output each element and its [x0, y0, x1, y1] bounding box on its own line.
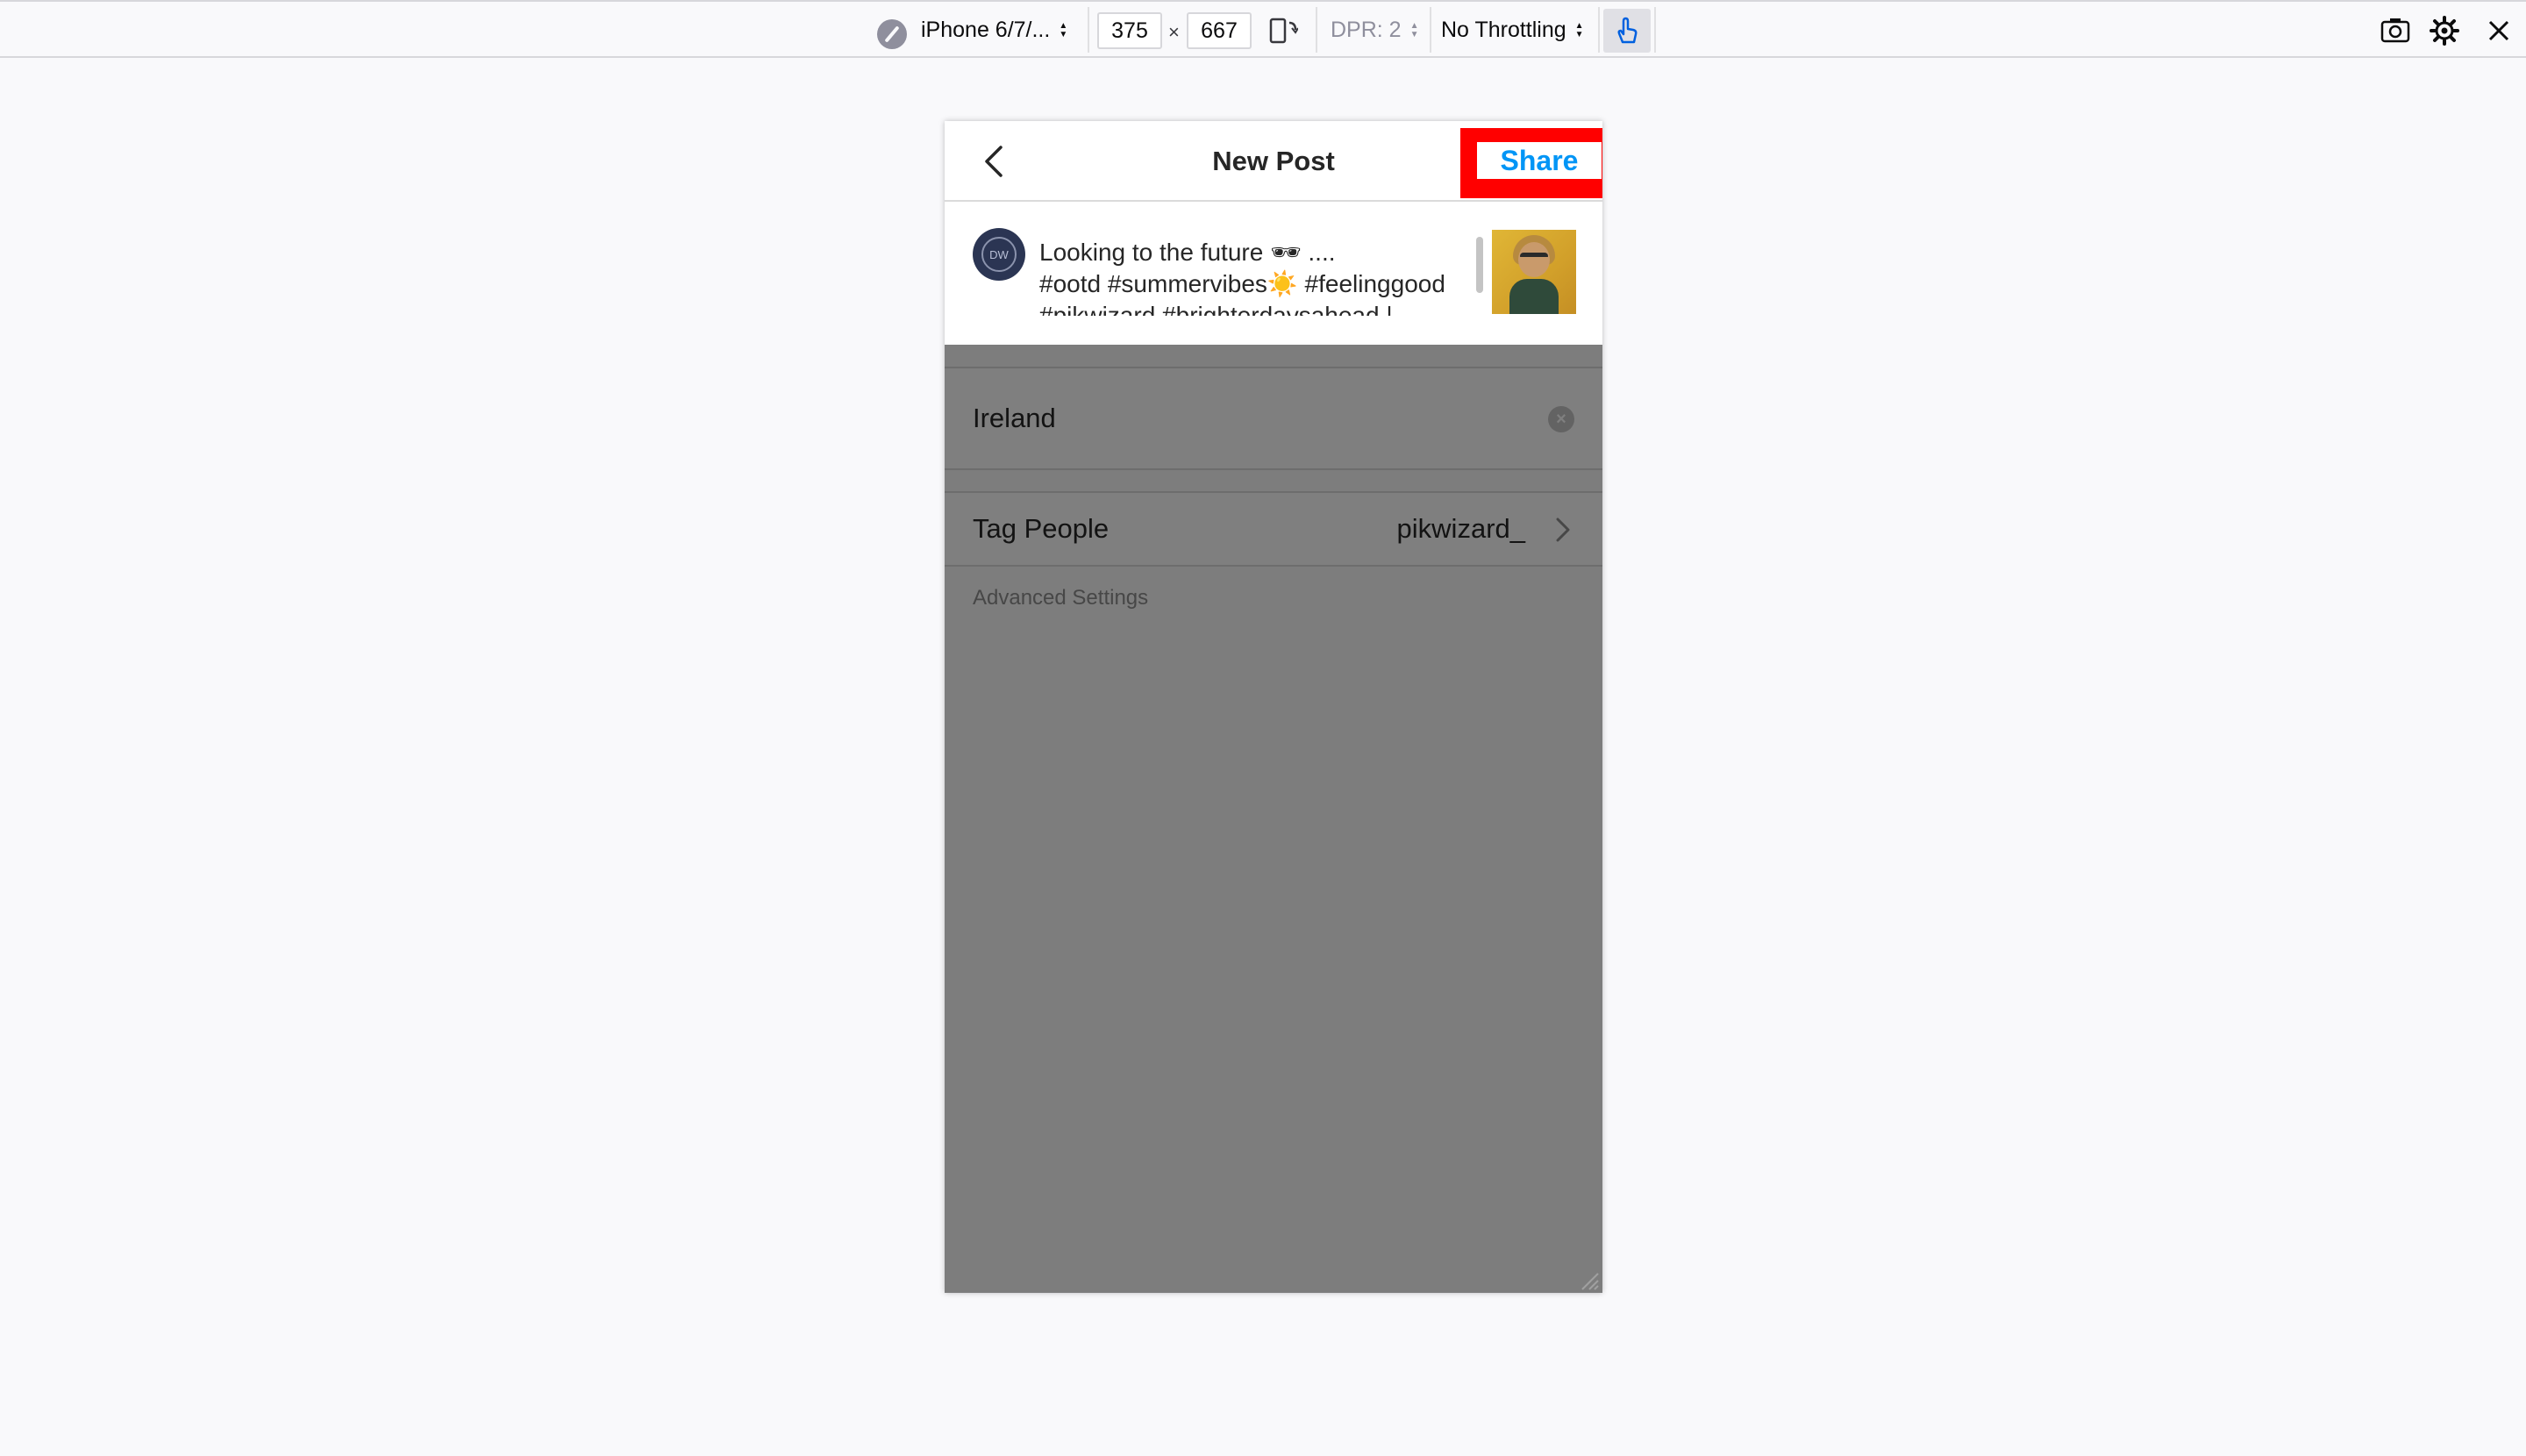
dpr-label: DPR: 2 — [1331, 18, 1402, 42]
select-arrows-icon: ▲ ▼ — [1574, 20, 1584, 39]
caption-input[interactable]: Looking to the future 🕶 .... #ootd #summ… — [1039, 237, 1469, 316]
close-icon[interactable] — [2487, 19, 2510, 46]
throttling-label: No Throttling — [1441, 18, 1566, 42]
device-viewport: New Post Share DW Looking to the future … — [945, 121, 1602, 1293]
modal-dim-overlay — [945, 345, 1602, 1293]
device-name: iPhone 6/7/... — [921, 18, 1051, 42]
times-sign: × — [1168, 21, 1180, 43]
height-input[interactable]: 667 — [1187, 12, 1252, 49]
select-arrows-icon: ▲ ▼ — [1409, 20, 1419, 39]
new-post-header: New Post Share — [945, 121, 1602, 202]
device-icon — [877, 19, 907, 49]
screenshot-icon[interactable] — [2380, 16, 2410, 48]
caption-row: DW Looking to the future 🕶 .... #ootd #s… — [945, 202, 1602, 345]
share-button[interactable]: Share — [1477, 142, 1602, 179]
responsive-toolbar: iPhone 6/7/... ▲ ▼ 375 × 667 DPR: 2 ▲ ▼ No… — [0, 0, 2526, 58]
rotate-icon[interactable] — [1268, 18, 1298, 46]
viewport-resize-handle[interactable] — [1579, 1270, 1600, 1291]
avatar: DW — [973, 228, 1025, 281]
touch-icon — [1617, 17, 1638, 44]
select-arrows-icon: ▲ ▼ — [1059, 20, 1068, 39]
caption-scrollbar[interactable] — [1476, 237, 1483, 293]
touch-simulation-button[interactable] — [1603, 9, 1651, 53]
device-selector[interactable]: iPhone 6/7/... ▲ ▼ — [921, 18, 1067, 43]
throttling-selector[interactable]: No Throttling ▲ ▼ — [1441, 18, 1584, 43]
settings-icon[interactable] — [2430, 16, 2459, 50]
avatar-initials: DW — [981, 237, 1017, 272]
dpr-selector[interactable]: DPR: 2 ▲ ▼ — [1331, 18, 1419, 43]
width-input[interactable]: 375 — [1097, 12, 1162, 49]
post-thumbnail — [1492, 230, 1576, 314]
